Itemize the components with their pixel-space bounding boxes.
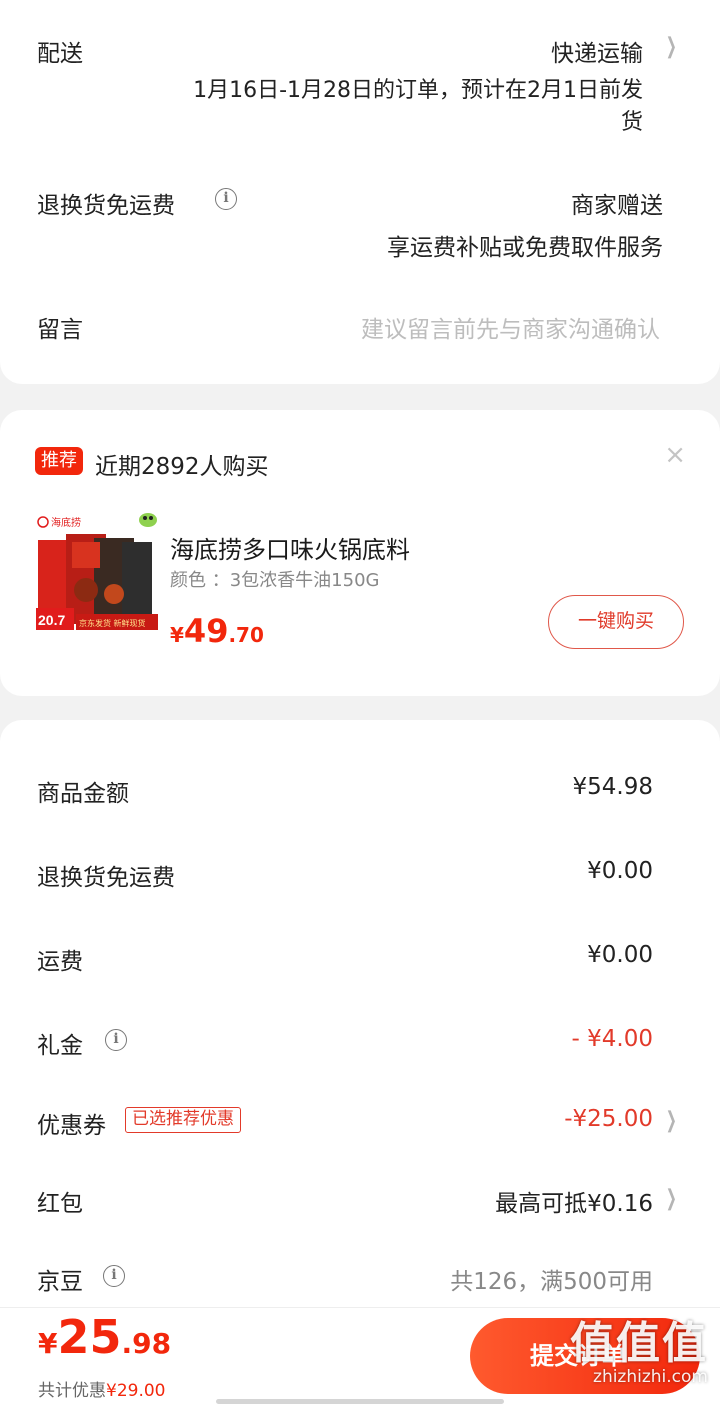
info-icon[interactable]: i: [215, 188, 237, 210]
discount-label: 共计优惠: [38, 1381, 106, 1401]
price-decimal: .70: [228, 623, 264, 647]
jingdou-value: 共126，满500可用: [450, 1269, 653, 1295]
message-label: 留言: [37, 317, 83, 343]
chevron-right-icon: ❯: [665, 1186, 677, 1211]
close-icon[interactable]: ×: [664, 440, 686, 470]
summary-label: 运费: [37, 949, 83, 975]
delivery-note: 1月16日-1月28日的订单，预计在2月1日前发 货: [193, 72, 643, 136]
price-integer: 25: [57, 1310, 122, 1364]
chevron-right-icon: ❯: [665, 1108, 677, 1133]
chevron-right-icon: ❯: [665, 34, 677, 59]
delivery-note-line2: 货: [620, 110, 643, 135]
summary-value: ¥54.98: [572, 774, 653, 800]
delivery-note-line1: 1月16日-1月28日的订单，预计在2月1日前发: [193, 78, 643, 103]
watermark: 值值值 zhizhizhi.com: [570, 1322, 708, 1388]
total-price: ¥25.98: [38, 1310, 171, 1364]
summary-label: 京豆: [37, 1269, 83, 1295]
total-discount: 共计优惠¥29.00: [38, 1376, 165, 1401]
summary-label: 优惠券: [37, 1113, 106, 1139]
coupon-tag: 已选推荐优惠: [125, 1107, 241, 1133]
image-brand: 海底捞: [51, 516, 81, 529]
summary-value: ¥0.00: [587, 942, 653, 968]
summary-value: ¥0.00: [587, 858, 653, 884]
red-packet-value: 最高可抵¥0.16: [495, 1191, 653, 1217]
image-price: 20.7: [38, 612, 65, 628]
summary-label: 退换货免运费: [37, 865, 175, 891]
info-icon[interactable]: i: [103, 1265, 125, 1287]
product-spec: 颜色 ：3包浓香牛油150G: [170, 570, 380, 591]
price-summary-card: [0, 720, 720, 1404]
return-insurance-sub: 享运费补贴或免费取件服务: [387, 235, 663, 261]
product-image[interactable]: 20.7 京东发货 新鲜现货 海底捞: [36, 512, 158, 636]
message-input[interactable]: 建议留言前先与商家沟通确认: [361, 310, 660, 344]
watermark-brand: 值值值: [570, 1318, 708, 1369]
gift-money-value: - ¥4.00: [571, 1026, 653, 1052]
product-price: ¥49.70: [170, 612, 264, 650]
discount-amount: ¥29.00: [106, 1381, 166, 1401]
price-symbol: ¥: [170, 623, 184, 647]
product-name[interactable]: 海底捞多口味火锅底料: [170, 530, 410, 565]
watermark-url: zhizhizhi.com: [593, 1367, 708, 1387]
price-decimal: .98: [121, 1327, 172, 1360]
home-indicator[interactable]: [216, 1399, 504, 1404]
price-symbol: ¥: [38, 1327, 58, 1360]
delivery-label: 配送: [37, 41, 83, 67]
one-click-buy-button[interactable]: 一键购买: [548, 595, 684, 649]
coupon-value: -¥25.00: [564, 1106, 653, 1132]
recommend-badge: 推荐: [35, 447, 83, 475]
delivery-method: 快递运输: [551, 41, 643, 67]
return-insurance-value: 商家赠送: [571, 193, 663, 219]
summary-label: 商品金额: [37, 781, 129, 807]
price-integer: 49: [183, 612, 229, 650]
return-insurance-label: 退换货免运费: [37, 193, 175, 219]
info-icon[interactable]: i: [105, 1029, 127, 1051]
image-caption: 京东发货 新鲜现货: [79, 618, 146, 628]
summary-label: 红包: [37, 1191, 83, 1217]
recommend-title: 近期2892人购买: [95, 454, 269, 480]
summary-label: 礼金: [37, 1033, 83, 1059]
product-image-graphic: 20.7 京东发货 新鲜现货 海底捞: [36, 513, 158, 636]
